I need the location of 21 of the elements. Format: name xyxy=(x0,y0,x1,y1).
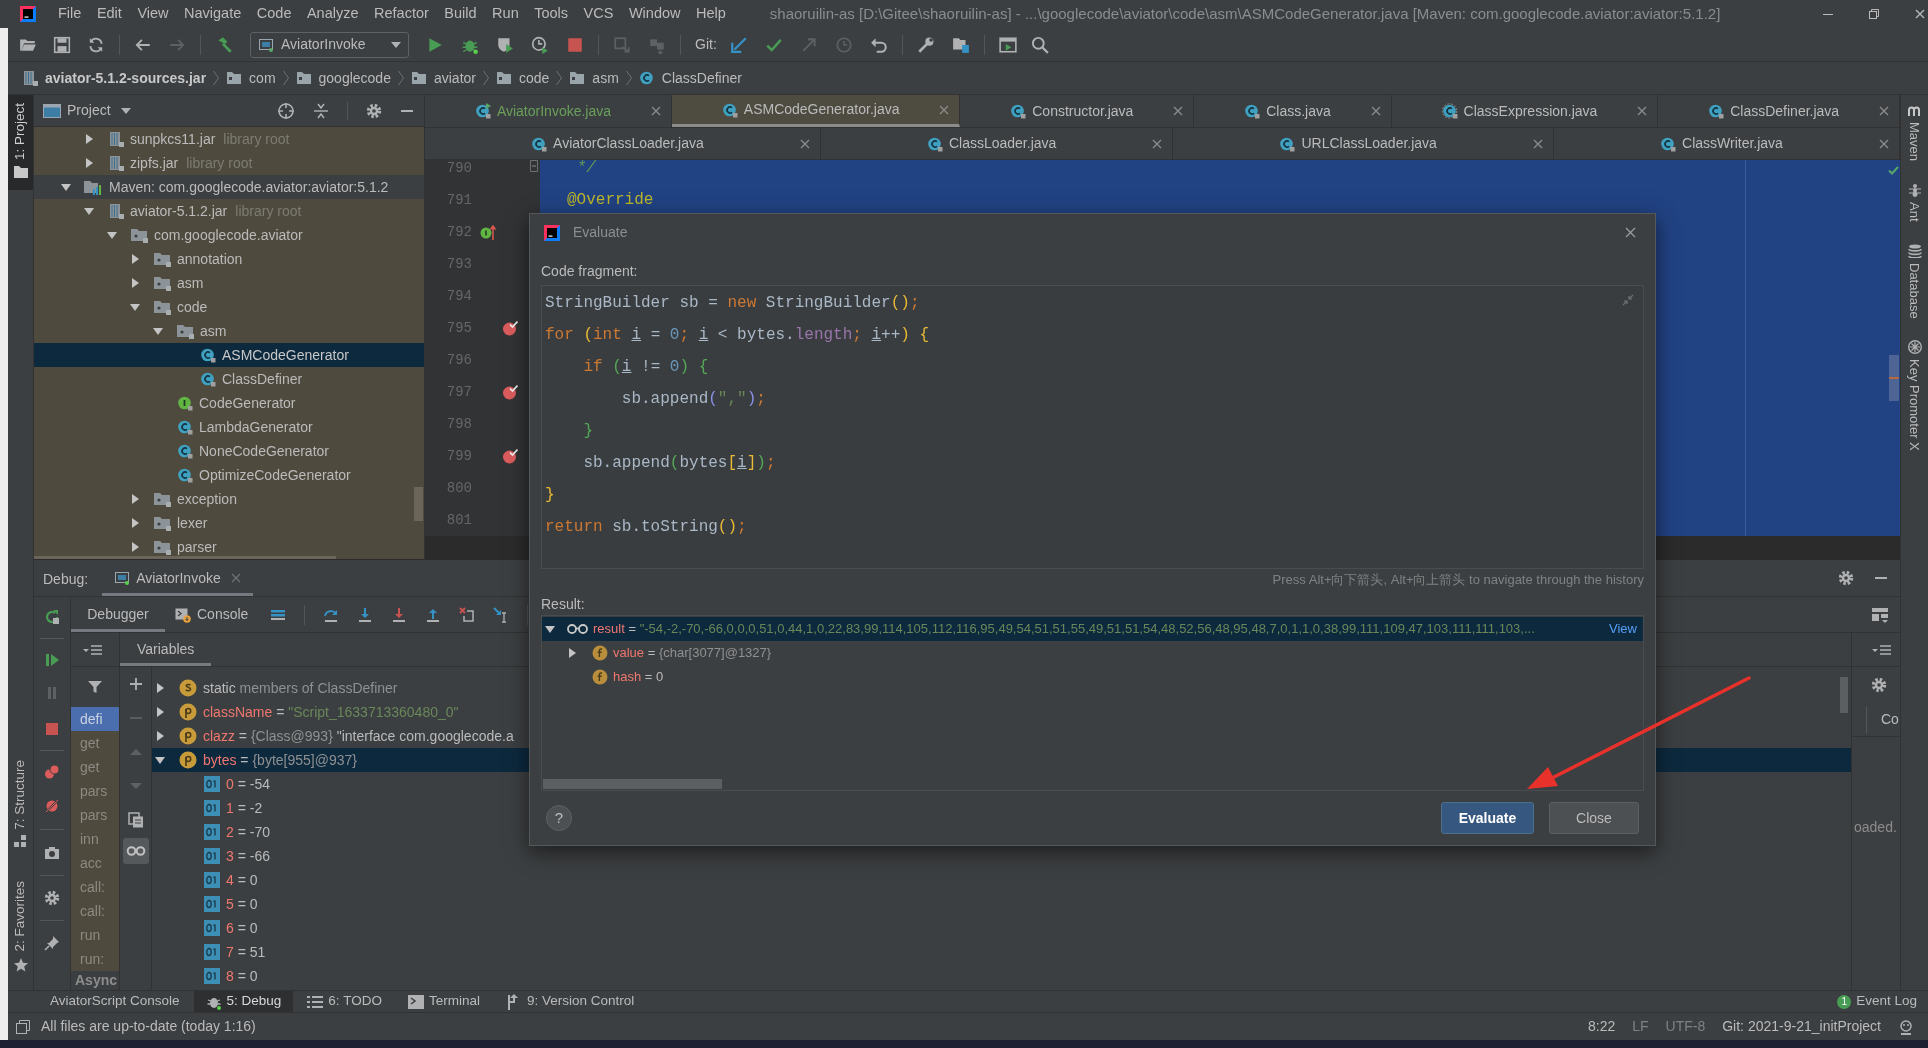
code-line: for (int i = 0; i < bytes.length; i++) { xyxy=(545,326,930,344)
code-line: */ xyxy=(575,160,596,176)
vcs-label: Git: xyxy=(695,35,717,54)
count-badge: 1 xyxy=(1837,994,1852,1009)
code-line: } xyxy=(582,422,593,440)
code-line: sb.append(bytes[i]); xyxy=(582,454,776,472)
debug-panel-title: Debug: xyxy=(43,570,89,589)
history-hint: Press Alt+向下箭头, Alt+向上箭头 to navigate through the history xyxy=(1272,571,1644,590)
console-text: oaded. xyxy=(1854,818,1898,837)
frames-section-header: Async xyxy=(71,971,119,990)
status-message: All files are up-to-date (today 1:16) xyxy=(41,1017,256,1036)
code-fragment-label: Code fragment: xyxy=(541,262,638,281)
code-line: return sb.toString(); xyxy=(545,518,747,536)
dialog-title: Evaluate xyxy=(573,223,628,242)
code-line: sb.append(","); xyxy=(620,390,766,408)
result-label: Result: xyxy=(541,595,585,614)
code-line: if (i != 0) { xyxy=(582,358,709,376)
code-line: @Override xyxy=(567,192,654,208)
code-line: } xyxy=(545,486,555,504)
window-title: shaoruilin-as [D:\Gitee\shaoruilin-as] - ...\googlecode\aviator\code\asm\ASMCodeGenerator.java [Maven: com.googlecode.aviator:aviator:5.1.2] xyxy=(769,3,1721,24)
code-line: StringBuilder sb = new StringBuilder(); xyxy=(545,294,920,312)
